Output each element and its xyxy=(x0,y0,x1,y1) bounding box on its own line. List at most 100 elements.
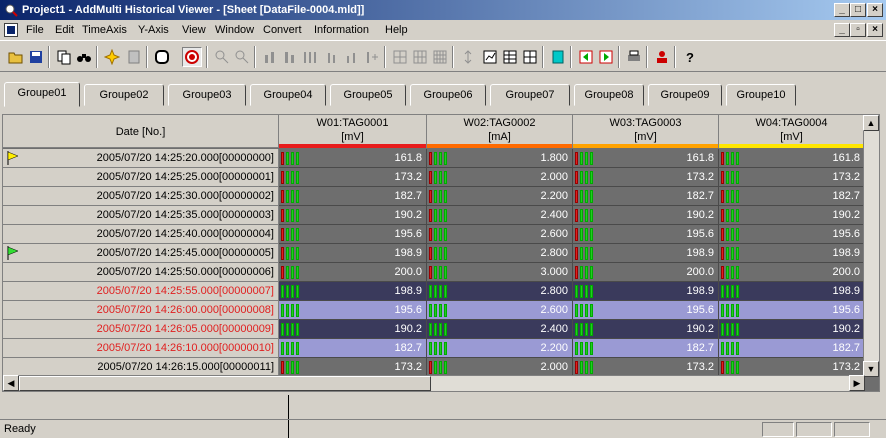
value-cell[interactable]: 195.6 xyxy=(573,225,719,244)
value-cell[interactable]: 2.400 xyxy=(427,206,573,225)
value-cell[interactable]: 173.2 xyxy=(573,168,719,187)
date-cell[interactable]: 2005/07/20 14:25:45.000[00000005] xyxy=(3,244,279,263)
column-header-2[interactable]: W02:TAG0002 [mA] xyxy=(427,115,573,148)
tab-groupe02[interactable]: Groupe02 xyxy=(84,84,164,106)
date-cell[interactable]: 2005/07/20 14:25:35.000[00000003] xyxy=(3,206,279,225)
table-row[interactable]: 2005/07/20 14:25:55.000[00000007] 198.9 2.… xyxy=(3,282,879,301)
value-cell[interactable]: 2.200 xyxy=(427,339,573,358)
column-header-1[interactable]: W01:TAG0001 [mV] xyxy=(279,115,427,148)
value-cell[interactable]: 2.200 xyxy=(427,187,573,206)
tab-groupe04[interactable]: Groupe04 xyxy=(250,84,326,106)
menu-view[interactable]: View xyxy=(182,20,206,40)
document-icon[interactable] xyxy=(4,23,18,37)
table-row[interactable]: 2005/07/20 14:25:45.000[00000005] 198.9 2.… xyxy=(3,244,879,263)
grid1-icon[interactable] xyxy=(390,47,410,67)
value-cell[interactable]: 161.8 xyxy=(279,149,427,168)
color-icon[interactable] xyxy=(548,47,568,67)
tab-groupe01[interactable]: Groupe01 xyxy=(4,82,80,107)
bars5-icon[interactable] xyxy=(342,47,362,67)
chart-icon[interactable] xyxy=(480,47,500,67)
table-icon[interactable] xyxy=(500,47,520,67)
open-icon[interactable] xyxy=(6,47,26,67)
find-icon[interactable] xyxy=(74,47,94,67)
value-cell[interactable]: 200.0 xyxy=(573,263,719,282)
panel-icon[interactable] xyxy=(124,47,144,67)
save-icon[interactable] xyxy=(26,47,46,67)
value-cell[interactable]: 2.800 xyxy=(427,282,573,301)
table-row[interactable]: 2005/07/20 14:25:20.000[00000000] 161.8 1.… xyxy=(3,149,879,168)
multi-icon[interactable] xyxy=(520,47,540,67)
bars6-icon[interactable] xyxy=(362,47,382,67)
tab-groupe06[interactable]: Groupe06 xyxy=(410,84,486,106)
value-cell[interactable]: 195.6 xyxy=(719,225,865,244)
menu-file[interactable]: File xyxy=(26,20,44,40)
value-cell[interactable]: 182.7 xyxy=(279,187,427,206)
table-row[interactable]: 2005/07/20 14:26:10.000[00000010] 182.7 2.… xyxy=(3,339,879,358)
value-cell[interactable]: 198.9 xyxy=(279,244,427,263)
spark-icon[interactable] xyxy=(102,47,122,67)
value-cell[interactable]: 198.9 xyxy=(719,244,865,263)
column-header-4[interactable]: W04:TAG0004 [mV] xyxy=(719,115,865,148)
zoom-in-icon[interactable] xyxy=(212,47,232,67)
menu-window[interactable]: Window xyxy=(215,20,254,40)
date-cell[interactable]: 2005/07/20 14:25:50.000[00000006] xyxy=(3,263,279,282)
table-row[interactable]: 2005/07/20 14:25:30.000[00000002] 182.7 2.… xyxy=(3,187,879,206)
close-button[interactable]: × xyxy=(867,3,883,17)
value-cell[interactable]: 173.2 xyxy=(279,168,427,187)
value-cell[interactable]: 200.0 xyxy=(719,263,865,282)
doc-minimize-button[interactable]: _ xyxy=(834,23,850,37)
tab-groupe09[interactable]: Groupe09 xyxy=(648,84,722,106)
value-cell[interactable]: 190.2 xyxy=(573,320,719,339)
value-cell[interactable]: 182.7 xyxy=(279,339,427,358)
tab-groupe07[interactable]: Groupe07 xyxy=(490,84,570,106)
bars2-icon[interactable] xyxy=(280,47,300,67)
value-cell[interactable]: 195.6 xyxy=(279,225,427,244)
tab-groupe03[interactable]: Groupe03 xyxy=(168,84,246,106)
value-cell[interactable]: 182.7 xyxy=(573,339,719,358)
scroll-down-icon[interactable]: ▼ xyxy=(863,361,879,377)
date-cell[interactable]: 2005/07/20 14:26:05.000[00000009] xyxy=(3,320,279,339)
copy-icon[interactable] xyxy=(54,47,74,67)
value-cell[interactable]: 190.2 xyxy=(279,206,427,225)
value-cell[interactable]: 173.2 xyxy=(719,168,865,187)
value-cell[interactable]: 195.6 xyxy=(719,301,865,320)
table-row[interactable]: 2005/07/20 14:26:00.000[00000008] 195.6 2.… xyxy=(3,301,879,320)
table-row[interactable]: 2005/07/20 14:25:25.000[00000001] 173.2 2.… xyxy=(3,168,879,187)
doc-close-button[interactable]: × xyxy=(867,23,883,37)
value-cell[interactable]: 190.2 xyxy=(573,206,719,225)
tab-groupe08[interactable]: Groupe08 xyxy=(574,84,644,106)
value-cell[interactable]: 3.000 xyxy=(427,263,573,282)
value-cell[interactable]: 2.600 xyxy=(427,301,573,320)
date-cell[interactable]: 2005/07/20 14:26:00.000[00000008] xyxy=(3,301,279,320)
menu-edit[interactable]: Edit xyxy=(55,20,74,40)
table-row[interactable]: 2005/07/20 14:25:35.000[00000003] 190.2 2.… xyxy=(3,206,879,225)
scroll-thumb[interactable] xyxy=(19,376,431,391)
table-row[interactable]: 2005/07/20 14:25:50.000[00000006] 200.0 3.… xyxy=(3,263,879,282)
value-cell[interactable]: 190.2 xyxy=(279,320,427,339)
bars4-icon[interactable] xyxy=(322,47,342,67)
date-column-header[interactable]: Date [No.] xyxy=(3,115,279,148)
value-cell[interactable]: 198.9 xyxy=(719,282,865,301)
table-row[interactable]: 2005/07/20 14:25:40.000[00000004] 195.6 2.… xyxy=(3,225,879,244)
tab-groupe05[interactable]: Groupe05 xyxy=(330,84,406,106)
prev-icon[interactable] xyxy=(576,47,596,67)
scroll-right-icon[interactable]: ▶ xyxy=(849,375,865,391)
bars1-icon[interactable] xyxy=(260,47,280,67)
horizontal-scrollbar[interactable]: ◀ ▶ xyxy=(3,375,865,391)
value-cell[interactable]: 198.9 xyxy=(279,282,427,301)
date-cell[interactable]: 2005/07/20 14:25:55.000[00000007] xyxy=(3,282,279,301)
minimize-button[interactable]: _ xyxy=(834,3,850,17)
value-cell[interactable]: 190.2 xyxy=(719,320,865,339)
table-row[interactable]: 2005/07/20 14:26:05.000[00000009] 190.2 2.… xyxy=(3,320,879,339)
scroll-up-icon[interactable]: ▲ xyxy=(863,115,879,131)
next-icon[interactable] xyxy=(596,47,616,67)
value-cell[interactable]: 1.800 xyxy=(427,149,573,168)
doc-restore-button[interactable]: ▫ xyxy=(850,23,866,37)
value-cell[interactable]: 182.7 xyxy=(719,187,865,206)
vscale-icon[interactable] xyxy=(458,47,478,67)
value-cell[interactable]: 190.2 xyxy=(719,206,865,225)
menu-yaxis[interactable]: Y-Axis xyxy=(138,20,169,40)
menu-help[interactable]: Help xyxy=(385,20,408,40)
date-cell[interactable]: 2005/07/20 14:26:10.000[00000010] xyxy=(3,339,279,358)
value-cell[interactable]: 161.8 xyxy=(573,149,719,168)
